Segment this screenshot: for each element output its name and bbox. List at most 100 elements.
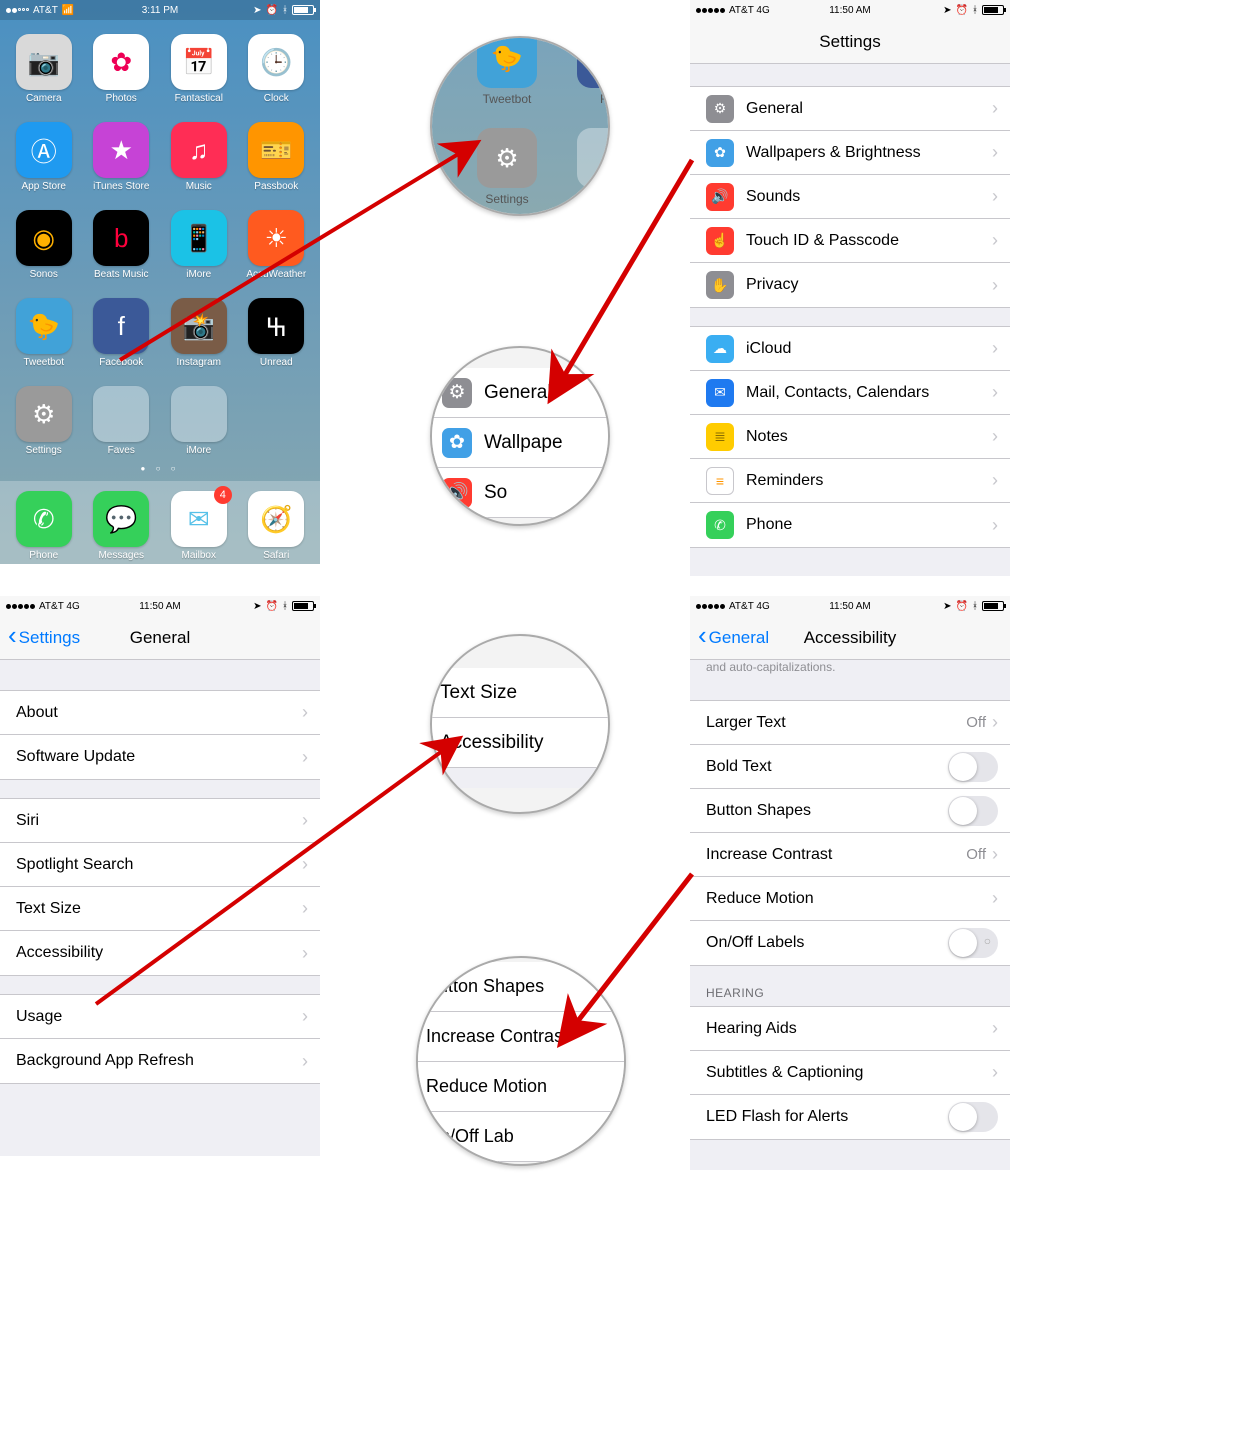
row-value: Off — [966, 714, 986, 731]
back-button[interactable]: General — [698, 628, 769, 648]
app-label: Unread — [260, 357, 293, 368]
row-general[interactable]: ⚙General› — [690, 87, 1010, 131]
zoom-callout-general-row: ⚙General✿Wallpape🔊So — [430, 346, 610, 526]
status-bar: AT&T 📶 3:11 PM ➤ ⏰ ᚼ — [0, 0, 320, 20]
app-icon: ⚙ — [16, 386, 72, 442]
row-text-size[interactable]: Text Size› — [0, 887, 320, 931]
app-label: iTunes Store — [93, 181, 149, 192]
app-icon: ✉4 — [171, 491, 227, 547]
row-on-off-labels[interactable]: On/Off Labels — [690, 921, 1010, 965]
nav-bar: Settings — [690, 20, 1010, 64]
app-tweetbot[interactable]: 🐤Tweetbot — [8, 298, 80, 368]
row-privacy[interactable]: ✋Privacy› — [690, 263, 1010, 307]
app-tweetbot[interactable]: 🐤Tweetbot — [472, 36, 542, 106]
app-unread[interactable]: 𐰕Unread — [241, 298, 313, 368]
app-music[interactable]: ♫Music — [163, 122, 235, 192]
row-siri[interactable]: Siri› — [0, 799, 320, 843]
row-label: Text Size — [16, 900, 302, 918]
app-imore[interactable]: 📱iMore — [163, 210, 235, 280]
app-photos[interactable]: ✿Photos — [86, 34, 158, 104]
app-imore[interactable]: iMore — [163, 386, 235, 456]
app-settings[interactable]: ⚙Settings — [472, 128, 542, 206]
chevron-right-icon: › — [302, 898, 308, 919]
app-phone[interactable]: ✆Phone — [8, 491, 80, 561]
app-camera[interactable]: 📷Camera — [8, 34, 80, 104]
row-subtitles-captioning[interactable]: Subtitles & Captioning› — [690, 1051, 1010, 1095]
chevron-right-icon: › — [992, 142, 998, 163]
chevron-right-icon: › — [992, 230, 998, 251]
app-label: Facebook — [99, 357, 143, 368]
home-screen: AT&T 📶 3:11 PM ➤ ⏰ ᚼ 📷Camera✿Photos📅Fant… — [0, 0, 320, 564]
app-label: AccuWeather — [246, 269, 306, 280]
row-button-shapes[interactable]: Button Shapes — [690, 789, 1010, 833]
row-software-update[interactable]: Software Update› — [0, 735, 320, 779]
row-touch-id-passcode[interactable]: ☝Touch ID & Passcode› — [690, 219, 1010, 263]
row-bold-text[interactable]: Bold Text — [690, 745, 1010, 789]
row-about[interactable]: About› — [0, 691, 320, 735]
app-fa[interactable]: fFa — [572, 36, 610, 106]
app-label: Camera — [26, 93, 62, 104]
toggle[interactable] — [948, 752, 998, 782]
app-safari[interactable]: 🧭Safari — [241, 491, 313, 561]
general-screen: AT&T 4G 11:50 AM ➤⏰ᚼ Settings General Ab… — [0, 596, 320, 1156]
app-itunes-store[interactable]: ★iTunes Store — [86, 122, 158, 192]
row-sounds[interactable]: 🔊Sounds› — [690, 175, 1010, 219]
chevron-right-icon: › — [992, 426, 998, 447]
row-hearing-aids[interactable]: Hearing Aids› — [690, 1007, 1010, 1051]
row-increase-contrast[interactable]: Increase ContrastOff› — [690, 833, 1010, 877]
app-fa[interactable]: Fa — [572, 128, 610, 206]
row-icloud[interactable]: ☁iCloud› — [690, 327, 1010, 371]
row-usage[interactable]: Usage› — [0, 995, 320, 1039]
app-settings[interactable]: ⚙Settings — [8, 386, 80, 456]
app-instagram[interactable]: 📸 Instagram — [163, 298, 235, 368]
app-accuweather[interactable]: ☀AccuWeather — [241, 210, 313, 280]
app-label: Safari — [263, 550, 289, 561]
toggle[interactable] — [948, 928, 998, 958]
app-label: Tweetbot — [483, 92, 532, 106]
app-label: Instagram — [177, 357, 221, 368]
app-icon: ✿ — [93, 34, 149, 90]
row-icon: ✋ — [706, 271, 734, 299]
row-icon: ☝ — [706, 227, 734, 255]
chevron-right-icon: › — [992, 382, 998, 403]
section-footnote: and auto-capitalizations. — [690, 660, 1010, 682]
app-mailbox[interactable]: ✉4Mailbox — [163, 491, 235, 561]
zoom-row: 🔊So — [430, 468, 610, 518]
chevron-right-icon: › — [302, 747, 308, 768]
app-icon: 📸 — [171, 298, 227, 354]
app-fantastical[interactable]: 📅Fantastical — [163, 34, 235, 104]
row-led-flash-for-alerts[interactable]: LED Flash for Alerts — [690, 1095, 1010, 1139]
row-spotlight-search[interactable]: Spotlight Search› — [0, 843, 320, 887]
chevron-right-icon: › — [992, 888, 998, 909]
row-reminders[interactable]: ≡Reminders› — [690, 459, 1010, 503]
row-larger-text[interactable]: Larger TextOff› — [690, 701, 1010, 745]
zoom-row: ⚙General — [430, 368, 610, 418]
row-label: Wallpape — [484, 432, 563, 454]
toggle[interactable] — [948, 1102, 998, 1132]
app-app-store[interactable]: ⒶApp Store — [8, 122, 80, 192]
row-accessibility[interactable]: Accessibility› — [0, 931, 320, 975]
app-label: iMore — [186, 269, 211, 280]
app-faves[interactable]: Faves — [86, 386, 158, 456]
row-mail-contacts-calendars[interactable]: ✉Mail, Contacts, Calendars› — [690, 371, 1010, 415]
app-label: Faves — [108, 445, 135, 456]
row-notes[interactable]: ≣Notes› — [690, 415, 1010, 459]
chevron-right-icon: › — [302, 810, 308, 831]
app-beats-music[interactable]: bBeats Music — [86, 210, 158, 280]
app-passbook[interactable]: 🎫Passbook — [241, 122, 313, 192]
app-facebook[interactable]: fFacebook — [86, 298, 158, 368]
app-icon: 💬 — [93, 491, 149, 547]
app-clock[interactable]: 🕒Clock — [241, 34, 313, 104]
toggle[interactable] — [948, 796, 998, 826]
row-phone[interactable]: ✆Phone› — [690, 503, 1010, 547]
row-background-app-refresh[interactable]: Background App Refresh› — [0, 1039, 320, 1083]
back-button[interactable]: Settings — [8, 628, 80, 648]
app-messages[interactable]: 💬Messages — [86, 491, 158, 561]
row-reduce-motion[interactable]: Reduce Motion› — [690, 877, 1010, 921]
app-icon — [93, 386, 149, 442]
row-label: Reminders — [746, 472, 992, 490]
row-wallpapers-brightness[interactable]: ✿Wallpapers & Brightness› — [690, 131, 1010, 175]
app-sonos[interactable]: ◉Sonos — [8, 210, 80, 280]
row-label: General — [484, 382, 552, 404]
row-label: Hearing Aids — [706, 1020, 992, 1038]
